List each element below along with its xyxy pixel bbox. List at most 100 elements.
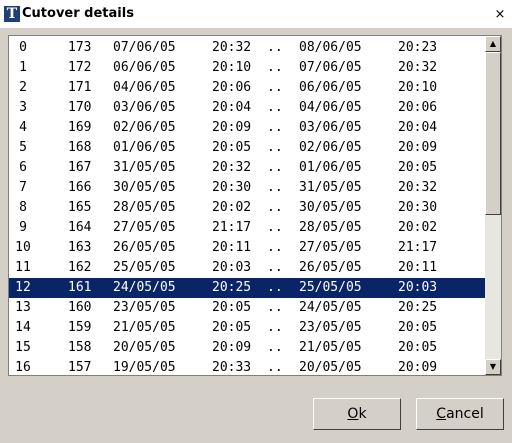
row-end-date: 28/05/05 — [299, 220, 362, 235]
row-start-date: 20/05/05 — [113, 340, 176, 355]
list-row[interactable]: 0 173 07/06/05 20:32.. 08/06/05 20:23 — [9, 38, 485, 58]
row-separator: .. — [267, 80, 283, 95]
title-bar[interactable]: T Cutover details × — [0, 0, 512, 28]
row-start-date: 07/06/05 — [113, 40, 176, 55]
list-row[interactable]: 2 171 04/06/05 20:06.. 06/06/05 20:10 — [9, 78, 485, 98]
row-id: 162 — [68, 260, 92, 275]
row-start-time: 20:30 — [212, 180, 252, 195]
list-row[interactable]: 5 168 01/06/05 20:05.. 02/06/05 20:09 — [9, 138, 485, 158]
row-id: 160 — [68, 300, 92, 315]
list-row[interactable]: 6 167 31/05/05 20:32.. 01/06/05 20:05 — [9, 158, 485, 178]
row-id: 161 — [68, 280, 92, 295]
row-index: 0 — [19, 40, 27, 55]
row-index: 11 — [15, 260, 31, 275]
ok-accel: O — [347, 406, 359, 422]
row-index: 16 — [15, 360, 31, 375]
row-start-date: 21/05/05 — [113, 320, 176, 335]
row-start-time: 20:03 — [212, 260, 252, 275]
row-separator: .. — [267, 320, 283, 335]
row-separator: .. — [267, 40, 283, 55]
row-start-date: 06/06/05 — [113, 60, 176, 75]
row-start-date: 25/05/05 — [113, 260, 176, 275]
row-start-date: 30/05/05 — [113, 180, 176, 195]
row-index: 4 — [19, 120, 27, 135]
row-end-time: 20:04 — [398, 120, 438, 135]
scroll-up-button[interactable]: ▲ — [485, 36, 501, 52]
row-end-time: 20:06 — [398, 100, 438, 115]
list-row[interactable]: 14 159 21/05/05 20:05.. 23/05/05 20:05 — [9, 318, 485, 338]
row-id: 164 — [68, 220, 92, 235]
row-id: 172 — [68, 60, 92, 75]
row-separator: .. — [267, 220, 283, 235]
list-row[interactable]: 1 172 06/06/05 20:10.. 07/06/05 20:32 — [9, 58, 485, 78]
row-index: 3 — [19, 100, 27, 115]
row-start-date: 26/05/05 — [113, 240, 176, 255]
scroll-down-button[interactable]: ▼ — [485, 359, 501, 375]
row-start-date: 28/05/05 — [113, 200, 176, 215]
cutover-details-dialog: T Cutover details × 0 173 07/06/05 20:32.. 0… — [0, 0, 512, 443]
row-start-date: 01/06/05 — [113, 140, 176, 155]
ok-button[interactable]: Ok — [313, 398, 401, 430]
list-row[interactable]: 4 169 02/06/05 20:09.. 03/06/05 20:04 — [9, 118, 485, 138]
cancel-accel: C — [436, 406, 447, 422]
row-id: 171 — [68, 80, 92, 95]
row-index: 8 — [19, 200, 27, 215]
row-end-date: 31/05/05 — [299, 180, 362, 195]
scroll-thumb[interactable] — [485, 52, 501, 215]
list-row[interactable]: 3 170 03/06/05 20:04.. 04/06/05 20:06 — [9, 98, 485, 118]
row-end-time: 21:17 — [398, 240, 438, 255]
row-separator: .. — [267, 280, 283, 295]
row-separator: .. — [267, 180, 283, 195]
row-index: 12 — [15, 280, 31, 295]
list-row[interactable]: 11 162 25/05/05 20:03.. 26/05/05 20:11 — [9, 258, 485, 278]
row-end-date: 25/05/05 — [299, 280, 362, 295]
row-start-date: 24/05/05 — [113, 280, 176, 295]
row-end-time: 20:02 — [398, 220, 438, 235]
row-end-date: 21/05/05 — [299, 340, 362, 355]
row-start-date: 23/05/05 — [113, 300, 176, 315]
row-end-time: 20:09 — [398, 140, 438, 155]
row-id: 157 — [68, 360, 92, 375]
row-start-time: 20:33 — [212, 360, 252, 375]
row-end-date: 27/05/05 — [299, 240, 362, 255]
row-start-date: 31/05/05 — [113, 160, 176, 175]
close-button[interactable]: × — [492, 8, 508, 22]
list-row[interactable]: 10 163 26/05/05 20:11.. 27/05/05 21:17 — [9, 238, 485, 258]
row-end-time: 20:25 — [398, 300, 438, 315]
row-end-time: 20:32 — [398, 60, 438, 75]
row-end-time: 20:23 — [398, 40, 438, 55]
app-t-icon: T — [4, 6, 20, 22]
row-id: 159 — [68, 320, 92, 335]
row-end-time: 20:03 — [398, 280, 438, 295]
row-separator: .. — [267, 360, 283, 375]
vertical-scrollbar[interactable]: ▲ ▼ — [485, 36, 501, 375]
row-id: 167 — [68, 160, 92, 175]
row-separator: .. — [267, 120, 283, 135]
row-separator: .. — [267, 300, 283, 315]
row-start-time: 20:05 — [212, 320, 252, 335]
row-end-date: 02/06/05 — [299, 140, 362, 155]
list-row[interactable]: 15 158 20/05/05 20:09.. 21/05/05 20:05 — [9, 338, 485, 358]
row-end-date: 26/05/05 — [299, 260, 362, 275]
row-end-time: 20:09 — [398, 360, 438, 375]
row-start-time: 20:09 — [212, 120, 252, 135]
row-end-date: 01/06/05 — [299, 160, 362, 175]
row-start-date: 02/06/05 — [113, 120, 176, 135]
list-row[interactable]: 13 160 23/05/05 20:05.. 24/05/05 20:25 — [9, 298, 485, 318]
list-row[interactable]: 8 165 28/05/05 20:02.. 30/05/05 20:30 — [9, 198, 485, 218]
row-start-date: 04/06/05 — [113, 80, 176, 95]
cancel-button[interactable]: Cancel — [416, 398, 504, 430]
list-row[interactable]: 16 157 19/05/05 20:33.. 20/05/05 20:09 — [9, 358, 485, 375]
row-start-time: 20:09 — [212, 340, 252, 355]
row-end-date: 06/06/05 — [299, 80, 362, 95]
list-row[interactable]: 12 161 24/05/05 20:25.. 25/05/05 20:03 — [9, 278, 485, 298]
cancel-label: ancel — [446, 406, 484, 422]
list-row[interactable]: 9 164 27/05/05 21:17.. 28/05/05 20:02 — [9, 218, 485, 238]
row-id: 165 — [68, 200, 92, 215]
row-end-time: 20:05 — [398, 320, 438, 335]
row-end-time: 20:10 — [398, 80, 438, 95]
list-row[interactable]: 7 166 30/05/05 20:30.. 31/05/05 20:32 — [9, 178, 485, 198]
row-start-time: 20:04 — [212, 100, 252, 115]
row-separator: .. — [267, 340, 283, 355]
cutover-list[interactable]: 0 173 07/06/05 20:32.. 08/06/05 20:23 1 172 06/0… — [8, 35, 502, 376]
